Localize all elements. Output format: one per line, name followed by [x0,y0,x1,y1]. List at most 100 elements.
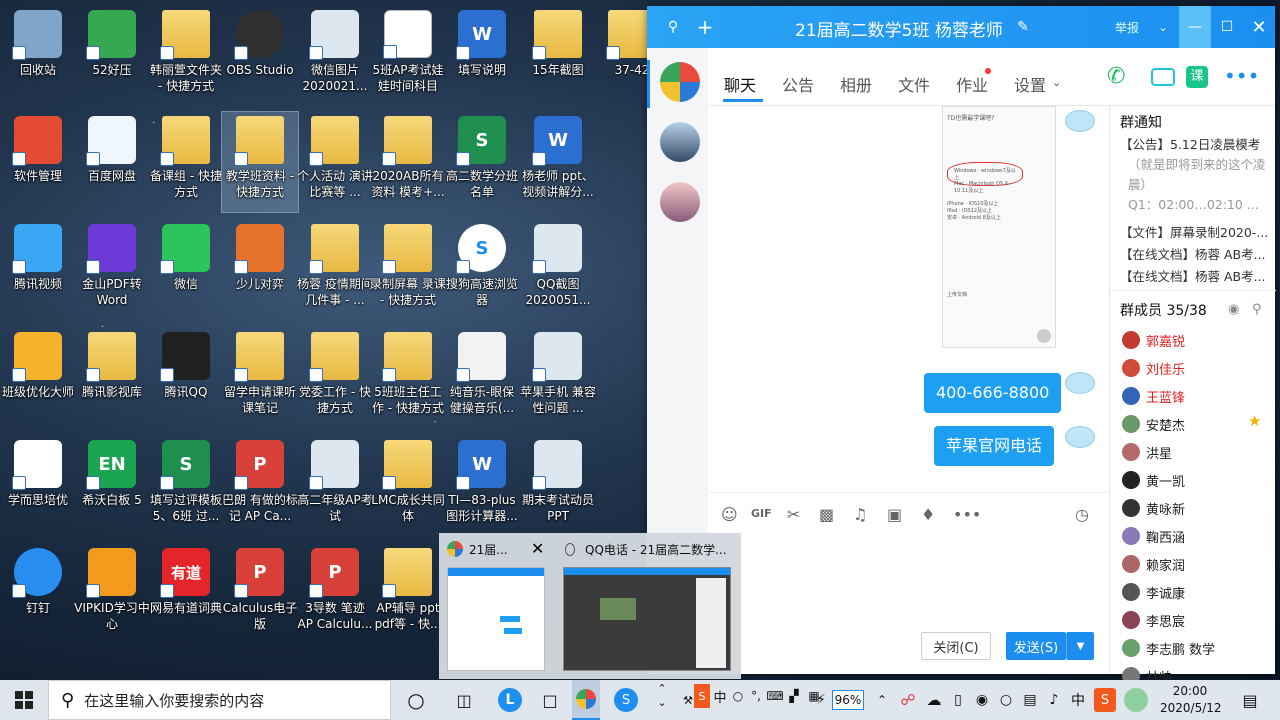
desktop-icon-obs[interactable]: OBS Studio [222,6,298,106]
tab-homework[interactable]: 作业 [956,72,988,96]
windows-start-icon[interactable] [12,688,36,712]
notice-item[interactable]: 【文件】屏幕录制2020-... [1120,222,1270,241]
qq-taskbar-icon[interactable] [572,680,600,720]
keyboard-icon[interactable]: ⌨ [766,684,784,708]
emoji-icon[interactable]: ☺ [721,505,738,524]
desktop-icon-music[interactable]: 纯音乐-眼保健操音乐(... [444,328,520,428]
desktop-icon-folder[interactable]: 韩丽萱文件夹 - 快捷方式 [148,6,224,106]
report-link[interactable]: 举报 [1109,6,1145,48]
desktop-icon-folder[interactable]: 15年截图 [520,6,596,106]
message-input[interactable]: 关闭(C) 发送(S) ▼ [709,534,1109,674]
gif-icon[interactable]: GIF [751,507,772,520]
cortana-icon[interactable]: ○ [404,688,428,712]
desktop-icon-folder[interactable]: 个人活动 演讲 比赛等 ... [297,112,373,212]
desktop-icon-sogou[interactable]: S 搜狗高速浏览器 [444,220,520,320]
avatar[interactable] [660,182,700,222]
desktop-icon-pdf[interactable]: P 巴朗 有做的标记 AP Ca... [222,436,298,536]
send-button[interactable]: 发送(S) [1006,632,1066,660]
member-item[interactable]: 鞠西涵 [1122,522,1185,550]
shirt-icon[interactable]: ▞ [786,684,802,708]
thumbnail-qq-call[interactable]: QQ电话 - 21届高二数学... [555,533,741,679]
sogou-icon[interactable]: S [1094,688,1116,712]
desktop-icon-folder[interactable]: 腾讯影视库 [74,328,150,428]
folder-icon[interactable]: ▩ [819,505,834,524]
chevron-down-icon[interactable]: ⌄ [1052,76,1061,89]
search-icon[interactable]: ⚲ [1252,302,1262,317]
desktop-icon-image[interactable]: 苹果手机 兼容性问题 ... [520,328,596,428]
sogou-ime-icon[interactable]: S [694,684,710,708]
desktop-icon-chess[interactable]: 少儿对弈 [222,220,298,320]
network-icon[interactable]: ▤ [1018,688,1042,712]
desktop-icon-en[interactable]: EN 希沃白板 5 [74,436,150,536]
desktop-icon-folder[interactable]: LMC成长共同体 [370,436,446,536]
desktop-icon-dingtalk[interactable]: 钉钉 [0,544,76,644]
app-tray-icon[interactable]: ◉ [970,688,994,712]
chevron-up-icon[interactable]: ⌃ [870,688,894,712]
task-view-icon[interactable]: ◫ [452,688,476,712]
speaker-icon[interactable]: ♪ [1042,688,1066,712]
desktop-icon-pdf[interactable]: P Calculus电子版 [222,544,298,644]
desktop-icon-word[interactable]: W TI—83-plus图形计算器... [444,436,520,536]
close-button[interactable]: ✕ [1243,6,1275,48]
add-member-icon[interactable]: ◉ [1228,302,1239,317]
notice-item[interactable]: 【公告】5.12日凌晨模考 [1120,134,1270,153]
member-item[interactable]: 李诚康 [1122,578,1185,606]
zoom-icon[interactable] [1037,329,1051,343]
notification-icon[interactable]: ▤ [1238,688,1262,712]
sogou-browser-icon[interactable]: S [614,688,638,712]
desktop-icon-jspdf[interactable]: 金山PDF转Word [74,220,150,320]
member-item[interactable]: 黄咏新 [1122,494,1185,522]
member-item[interactable]: 李志鹏 数学 [1122,634,1215,662]
minimize-button[interactable]: — [1179,6,1211,48]
desktop-icon-excel[interactable]: S 填写过评模板5、6班 过... [148,436,224,536]
desktop-icon-youdao[interactable]: 有道 网易有道词典 [148,544,224,644]
tab-chat[interactable]: 聊天 [724,72,756,96]
scissors-icon[interactable]: ✂ [787,505,800,524]
music-icon[interactable]: ♫ [853,505,867,524]
close-chat-button[interactable]: 关闭(C) [921,632,991,660]
desktop-icon-pdf[interactable]: P 3导数 笔迹 AP Calculu... [297,544,373,644]
desktop-icon-vipkid[interactable]: VIPKID学习中心 [74,544,150,644]
app-l-icon[interactable]: L [498,688,522,712]
member-item[interactable]: 安楚杰 [1122,410,1185,438]
member-item[interactable]: 洪星 [1122,438,1172,466]
notice-item[interactable]: 【在线文档】杨蓉 AB考... [1120,266,1270,285]
desktop-icon-wechat[interactable]: 微信 [148,220,224,320]
desktop-icon-image[interactable]: 期末考试动员PPT [520,436,596,536]
desktop-icon-zip[interactable]: 52好压 [74,6,150,106]
tab-album[interactable]: 相册 [840,72,872,96]
desktop-icon-recycle[interactable]: 回收站 [0,6,76,106]
notes-icon[interactable]: □ [538,688,562,712]
desktop-icon-word[interactable]: W 杨老师 ppt、视频讲解分... [520,112,596,212]
desktop-icon-folder[interactable]: 录制屏幕 录课 - 快捷方式 [370,220,446,320]
ime-icon[interactable]: 中 [1066,688,1090,712]
battery-badge[interactable]: 96% [832,690,864,710]
class-icon[interactable]: 课 [1186,66,1208,88]
member-item[interactable]: 郭嘉锐 [1122,326,1185,354]
notice-item[interactable]: 【在线文档】杨蓉 AB考... [1120,244,1270,263]
more-icon[interactable]: ••• [1224,64,1259,88]
desktop-icon-word[interactable]: W 填写说明 [444,6,520,106]
desktop-icon-image[interactable]: 微信图片 2020021... [297,6,373,106]
screenshot-message[interactable]: TD也需最学课吧? Windows · windows7及以上 Mac · Ma… [942,106,1056,348]
cloud-icon[interactable]: ☁ [922,688,946,712]
desktop-icon-folder[interactable]: 教学班资料 - 快捷方式 [221,111,299,213]
member-item[interactable]: 刘佳乐 [1122,354,1185,382]
close-icon[interactable]: ✕ [531,539,544,558]
desktop-icon-image[interactable]: 高二年级AP考试 [297,436,373,536]
phone-icon[interactable]: ▯ [946,688,970,712]
avatar[interactable] [660,122,700,162]
ime-indicator[interactable]: 中 [712,684,728,708]
message-bubble[interactable]: 苹果官网电话 [934,426,1055,466]
voice-call-icon[interactable]: ✆ [1107,64,1125,89]
desktop-icon-folder[interactable]: 党委工作 - 快捷方式 [297,328,373,428]
desktop-icon-excel[interactable]: S 高二数学分班名单 [444,112,520,212]
desktop-icon-folder[interactable]: 5班班主任工作 - 快捷方式 [370,328,446,428]
desktop-icon-tvideo[interactable]: 腾讯视频 [0,220,76,320]
desktop-icon-folder[interactable]: AP辅导 ppt pdf等 - 快... [370,544,446,644]
avatar[interactable] [660,62,700,102]
clock[interactable]: 20:00 2020/5/12 [1160,683,1222,717]
tab-files[interactable]: 文件 [898,72,930,96]
add-icon[interactable]: + [689,6,721,48]
chevron-down-icon[interactable]: ⌄ [1147,6,1179,48]
